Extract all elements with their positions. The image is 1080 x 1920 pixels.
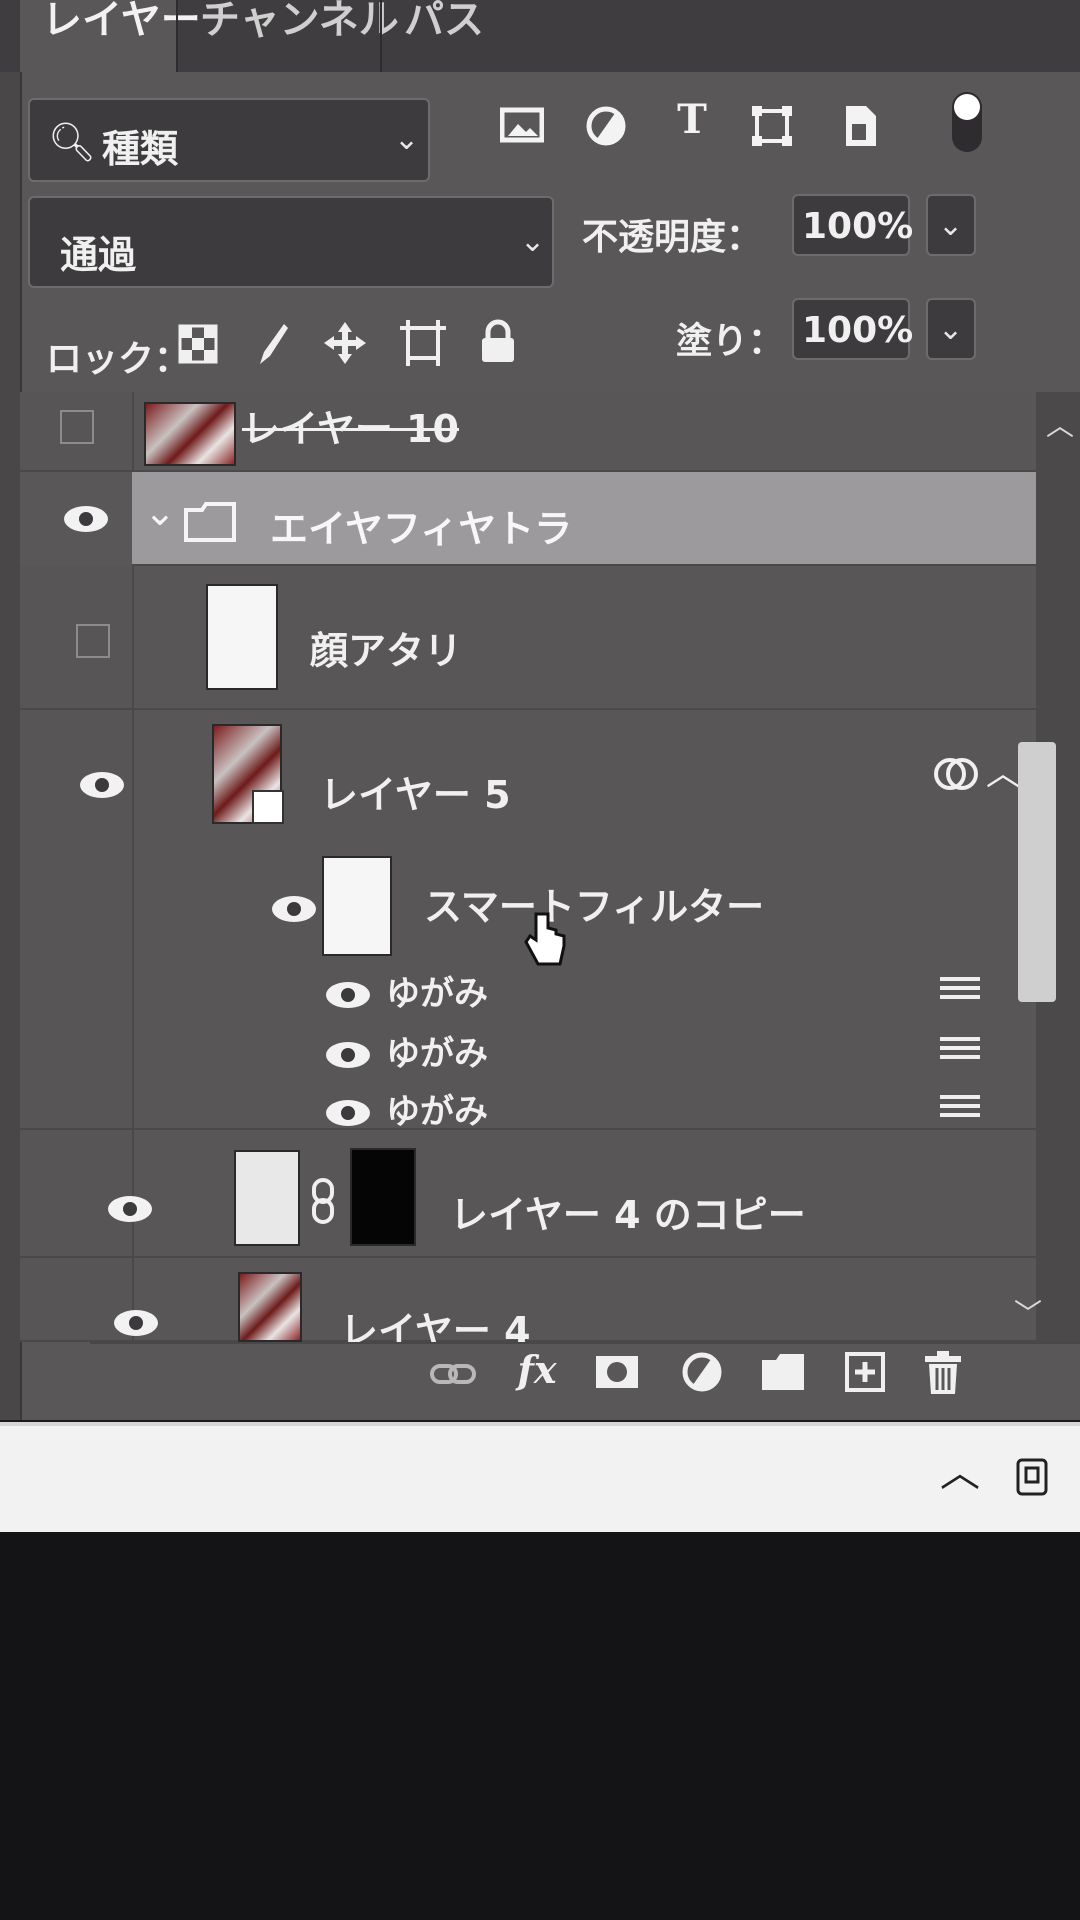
lock-position-icon[interactable] xyxy=(322,320,368,366)
eye-icon[interactable] xyxy=(80,772,124,798)
eye-icon[interactable] xyxy=(64,506,108,532)
image-filter-icon[interactable] xyxy=(498,104,546,152)
new-group-icon[interactable] xyxy=(758,1352,808,1399)
chevron-down-icon: ⌄ xyxy=(938,208,964,243)
eye-icon[interactable] xyxy=(326,1100,370,1126)
eye-icon[interactable] xyxy=(272,896,316,922)
link-layers-icon[interactable] xyxy=(428,1354,478,1401)
group-name: エイヤフィヤトラ xyxy=(270,507,573,551)
lock-label: ロック： xyxy=(46,339,191,380)
filter-toggle-icon xyxy=(954,94,980,120)
scrollbar-thumb[interactable] xyxy=(1018,742,1056,1002)
hand-cursor-icon xyxy=(522,910,568,974)
opacity-value: 100% xyxy=(802,206,914,247)
opacity-field[interactable]: 100% xyxy=(792,194,914,256)
layer-name: レイヤー 4 のコピー xyxy=(450,1193,806,1237)
lock-image-icon[interactable] xyxy=(250,320,290,368)
fill-label: 塗り： xyxy=(676,321,785,362)
filter-blending-options-icon[interactable] xyxy=(940,972,980,1002)
smart-filter-name: スマートフィルター xyxy=(424,885,765,929)
smart-object-filter-icon[interactable] xyxy=(836,102,884,150)
chevron-up-icon[interactable]: ︿ xyxy=(986,746,1020,795)
adjustment-filter-icon[interactable] xyxy=(582,104,630,152)
filter-blending-options-icon[interactable] xyxy=(940,1032,980,1062)
layer-name: レイヤー 5 xyxy=(320,773,511,817)
eye-icon[interactable] xyxy=(114,1310,158,1336)
lock-artboard-icon[interactable] xyxy=(400,320,446,366)
tab-layers[interactable]: レイヤー xyxy=(20,0,201,72)
filter-name[interactable]: ゆがみ xyxy=(386,966,488,1015)
monitor-bezel xyxy=(0,1532,1080,1920)
chain-link-icon[interactable] xyxy=(310,1178,336,1228)
layer-row-group[interactable]: ⌄ エイヤフィヤトラ xyxy=(20,472,1036,566)
opacity-dropdown[interactable]: ⌄ xyxy=(926,194,976,256)
fill-field[interactable]: 100% xyxy=(792,298,914,360)
adjustment-layer-icon[interactable] xyxy=(678,1350,728,1401)
search-icon: 🔍︎ xyxy=(48,120,97,164)
folder-icon xyxy=(184,502,236,546)
layer-row-face[interactable]: 顔アタリ xyxy=(20,566,1036,710)
chevron-up-icon[interactable]: ︿ xyxy=(940,1440,980,1498)
new-layer-icon[interactable] xyxy=(840,1352,890,1399)
fill-dropdown[interactable]: ⌄ xyxy=(926,298,976,360)
scroll-down-icon[interactable]: ﹀ xyxy=(1014,1292,1042,1332)
mask-icon[interactable] xyxy=(592,1352,642,1399)
layer-row-layer10[interactable]: レイヤー 10 xyxy=(20,392,1036,472)
layer-thumbnail xyxy=(234,1150,300,1246)
filter-name[interactable]: ゆがみ xyxy=(386,1084,488,1133)
layer-mask-thumbnail xyxy=(350,1148,416,1246)
windows-taskbar xyxy=(0,1422,1080,1536)
eye-icon[interactable] xyxy=(326,1042,370,1068)
opacity-label: 不透明度： xyxy=(582,217,763,258)
layer-thumbnail xyxy=(238,1272,302,1342)
lock-all-icon[interactable] xyxy=(478,318,518,366)
tab-paths-label: パス xyxy=(404,0,484,43)
smart-object-badge-icon xyxy=(252,790,284,824)
chevron-down-icon: ⌄ xyxy=(520,224,546,259)
smart-filter-mask-thumbnail xyxy=(322,856,392,956)
layer-row-layer4-copy[interactable]: レイヤー 4 のコピー xyxy=(20,1134,1036,1258)
visibility-off-box[interactable] xyxy=(76,624,110,658)
chevron-down-icon: ⌄ xyxy=(394,122,420,157)
blend-mode-select[interactable]: 通過 ⌄ xyxy=(28,196,554,288)
scroll-up-icon[interactable]: ︿ xyxy=(1046,404,1074,444)
filter-blending-options-icon[interactable] xyxy=(940,1090,980,1120)
eye-icon[interactable] xyxy=(326,982,370,1008)
notification-icon[interactable] xyxy=(1014,1456,1054,1504)
visibility-off-box[interactable] xyxy=(60,410,94,444)
blend-mode-label: 通過 xyxy=(60,233,137,277)
trash-icon[interactable] xyxy=(918,1350,968,1403)
eye-icon[interactable] xyxy=(108,1196,152,1222)
fx-label: fx xyxy=(517,1347,557,1392)
tab-paths[interactable]: パス xyxy=(380,0,490,72)
fx-icon[interactable]: fx xyxy=(512,1350,562,1390)
tab-channels[interactable]: チャンネル xyxy=(176,0,399,72)
filter-name[interactable]: ゆがみ xyxy=(386,1026,488,1075)
chevron-down-icon: ⌄ xyxy=(938,312,964,347)
layer-row-layer4[interactable]: レイヤー 4 xyxy=(20,1258,1036,1353)
layer-name: 顔アタリ xyxy=(310,629,463,673)
smart-filter-effect-icon[interactable] xyxy=(932,754,982,798)
layer-name: レイヤー 10 xyxy=(242,407,459,451)
layer-thumbnail xyxy=(144,402,236,466)
type-filter-icon[interactable]: T xyxy=(668,100,716,148)
chevron-down-icon[interactable]: ⌄ xyxy=(144,490,176,534)
shape-filter-icon[interactable] xyxy=(748,104,796,152)
layer-thumbnail xyxy=(206,584,278,690)
filter-toggle-switch[interactable] xyxy=(952,92,982,152)
tab-channels-label: チャンネル xyxy=(200,0,399,43)
filter-kind-select[interactable]: 🔍︎ 種類 ⌄ xyxy=(28,98,430,182)
fill-value: 100% xyxy=(802,310,914,351)
panel-edge xyxy=(0,0,22,1420)
filter-kind-label: 種類 xyxy=(102,127,179,171)
lock-transparent-icon[interactable] xyxy=(178,324,218,364)
